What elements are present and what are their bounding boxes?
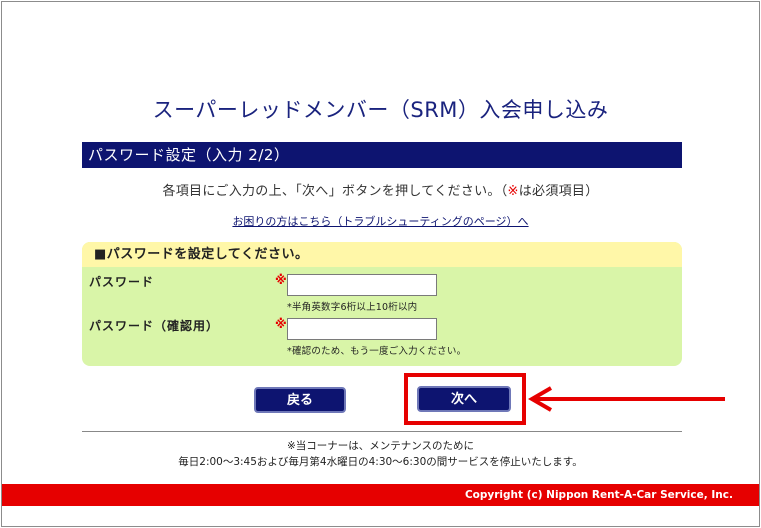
maintenance-notice-line2: 毎日2:00～3:45および毎月第4水曜日の4:30～6:30の間サービスを停止… [178,456,583,468]
password-label: パスワード [89,275,155,289]
footer: Copyright (c) Nippon Rent-A-Car Service,… [2,484,759,506]
password-confirm-hint: *確認のため、もう一度ご入力ください。 [287,346,467,357]
instruction-text-before: 各項目にご入力の上、「次へ」ボタンを押してください。（ [162,184,508,199]
required-mark: ※ [507,184,519,199]
troubleshooting-link[interactable]: お困りの方はこちら（トラブルシューティングのページ）へ [2,213,759,229]
form-header: ■パスワードを設定してください。 [82,242,682,267]
maintenance-notice-line1: ※当コーナーは、メンテナンスのために [286,440,475,452]
page-frame: スーパーレッドメンバー（SRM）入会申し込み パスワード設定（入力 2/2） 各… [1,1,760,527]
arrow-left-icon [528,386,725,412]
next-button[interactable]: 次へ [417,386,511,412]
section-header: パスワード設定（入力 2/2） [82,142,682,168]
password-required-mark: ※ [275,273,287,287]
copyright-text: Copyright (c) Nippon Rent-A-Car Service,… [464,489,733,501]
back-button[interactable]: 戻る [254,387,346,413]
password-confirm-label: パスワード（確認用） [89,319,220,333]
password-form: ■パスワードを設定してください。 パスワード ※ *半角英数字6桁以上10桁以内… [82,242,682,366]
password-hint: *半角英数字6桁以上10桁以内 [287,302,418,313]
page-title: スーパーレッドメンバー（SRM）入会申し込み [152,98,609,122]
divider [82,431,682,432]
instruction-text: 各項目にご入力の上、「次へ」ボタンを押してください。（※は必須項目） [2,180,759,199]
password-confirm-input[interactable] [287,318,437,340]
password-confirm-required-mark: ※ [275,317,287,331]
instruction-text-after: は必須項目） [518,184,599,199]
password-input[interactable] [287,274,437,296]
